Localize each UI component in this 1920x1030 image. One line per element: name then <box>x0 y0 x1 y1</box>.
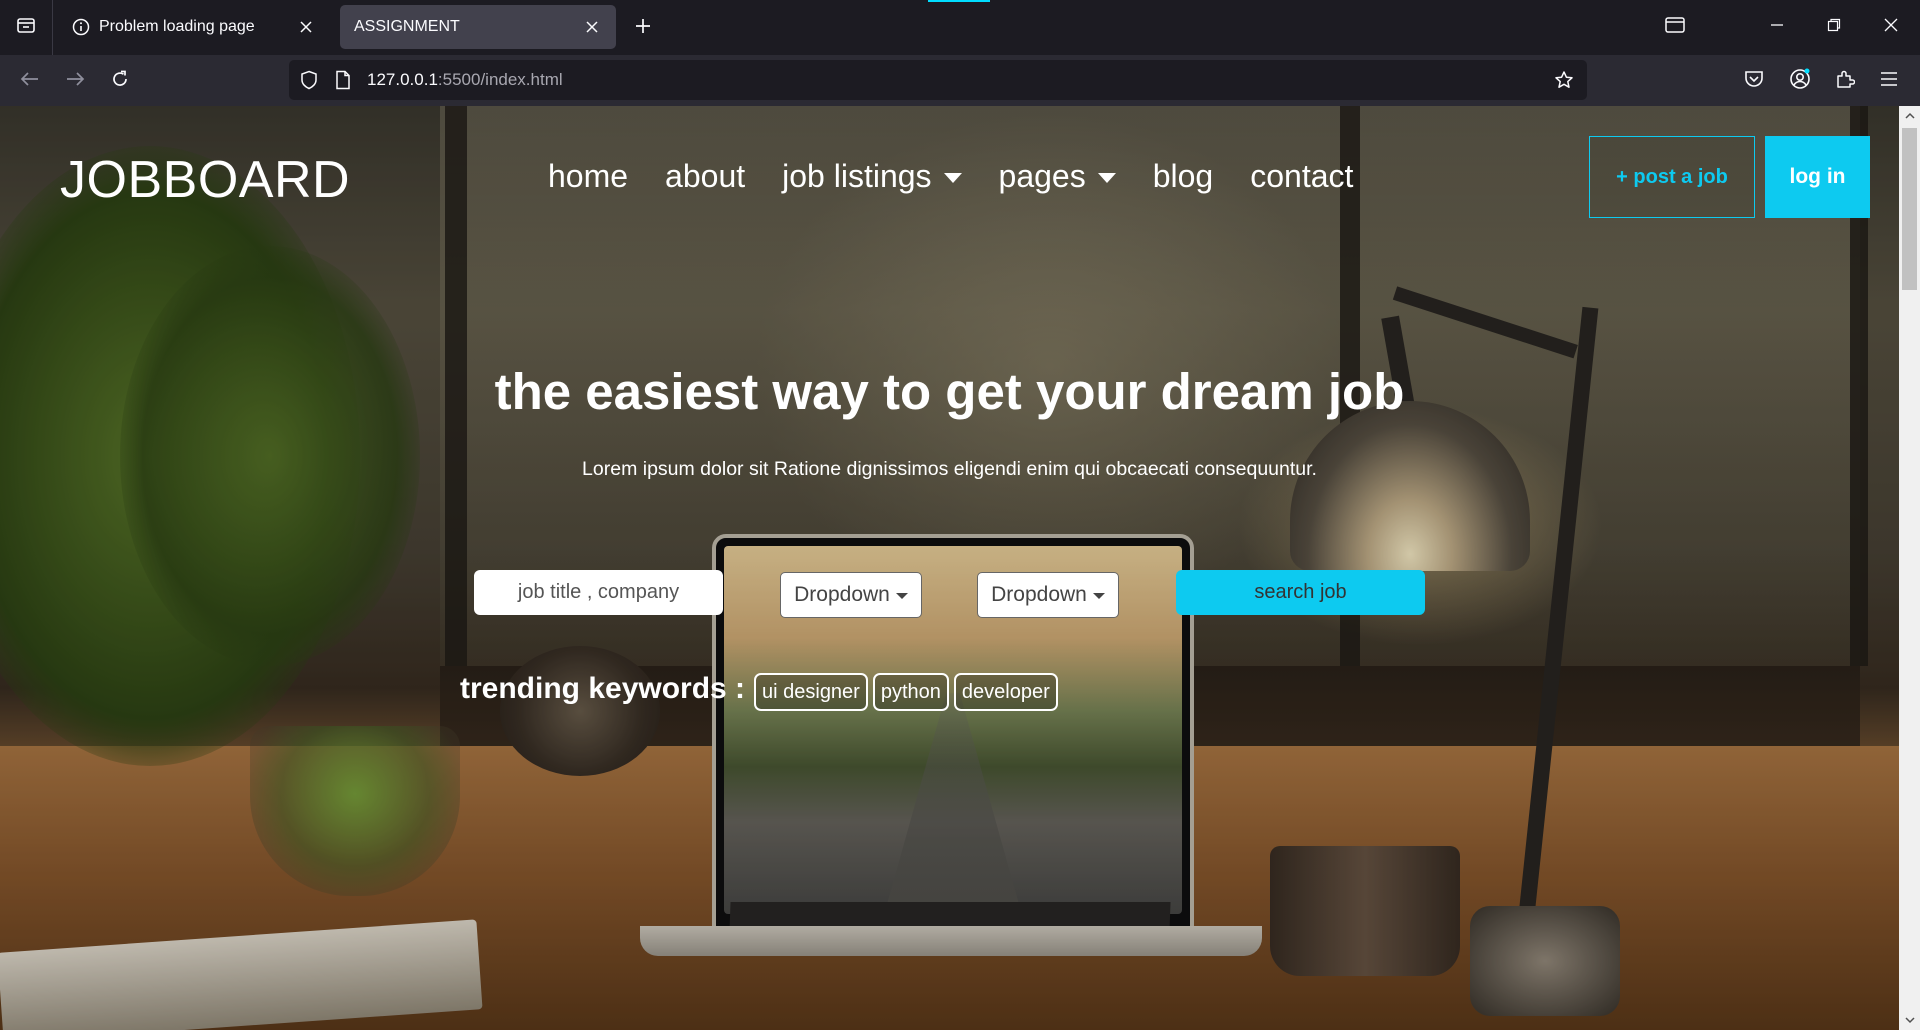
nav-about[interactable]: about <box>665 158 745 195</box>
close-icon <box>1884 18 1898 37</box>
browser-tab-bar: Problem loading page ASSIGNMENT <box>0 0 1920 55</box>
pocket-icon <box>1744 70 1764 93</box>
hero-title: the easiest way to get your dream job <box>494 363 1405 420</box>
trending-tags: ui designer python developer <box>754 673 1063 711</box>
restore-button[interactable] <box>1814 8 1854 46</box>
account-icon <box>1789 68 1811 95</box>
tab-problem-loading[interactable]: Problem loading page <box>58 5 330 49</box>
dropdown-1[interactable]: Dropdown <box>780 572 922 618</box>
close-tab-icon[interactable] <box>582 17 602 37</box>
nav-job-listings[interactable]: job listings <box>782 158 962 195</box>
hamburger-icon <box>1880 71 1898 92</box>
tag-ui-designer[interactable]: ui designer <box>754 673 868 711</box>
url-host: 127.0.0.1 <box>367 70 438 89</box>
nav-blog[interactable]: blog <box>1153 158 1214 195</box>
darkening-overlay <box>0 106 1899 1030</box>
job-search-input[interactable] <box>474 570 723 615</box>
new-tab-button[interactable] <box>627 14 659 42</box>
nav-label: home <box>548 158 629 194</box>
dropdown-label: Dropdown <box>794 583 890 606</box>
picture-in-picture-button[interactable] <box>1655 8 1695 46</box>
bookmark-star-icon[interactable] <box>1554 70 1574 90</box>
pocket-button[interactable] <box>1736 63 1772 99</box>
nav-pages[interactable]: pages <box>999 158 1116 195</box>
caret-down-icon <box>943 172 962 183</box>
scroll-thumb[interactable] <box>1902 128 1917 290</box>
scroll-up-arrow-icon[interactable] <box>1899 106 1920 126</box>
close-tab-icon[interactable] <box>296 17 316 37</box>
shield-icon[interactable] <box>299 70 319 90</box>
dropdown-label: Dropdown <box>991 583 1087 606</box>
page-viewport: JOBBOARD home about job listings pages b… <box>0 106 1899 1030</box>
close-window-button[interactable] <box>1871 8 1911 46</box>
extensions-button[interactable] <box>1827 63 1863 99</box>
restore-icon <box>1827 18 1841 37</box>
tag-developer[interactable]: developer <box>953 673 1058 711</box>
nav-label: contact <box>1250 158 1354 194</box>
nav-label: job listings <box>782 158 932 194</box>
hero-subtitle: Lorem ipsum dolor sit Ratione dignissimo… <box>582 458 1317 480</box>
nav-label: about <box>665 158 746 194</box>
tag-python[interactable]: python <box>872 673 949 711</box>
arrow-right-icon <box>65 71 85 92</box>
menu-button[interactable] <box>1871 63 1907 99</box>
info-icon <box>72 18 90 36</box>
reload-button[interactable] <box>102 63 138 99</box>
caret-down-icon <box>1097 172 1116 183</box>
tab-title: Problem loading page <box>99 18 255 35</box>
dropdown-2[interactable]: Dropdown <box>977 572 1119 618</box>
minimize-button[interactable] <box>1757 8 1797 46</box>
address-bar[interactable]: 127.0.0.1:5500/index.html <box>289 60 1587 100</box>
url-path: :5500/index.html <box>437 70 563 89</box>
site-logo[interactable]: JOBBOARD <box>60 150 350 210</box>
caret-down-icon <box>895 593 908 599</box>
arrow-left-icon <box>20 71 40 92</box>
page-scrollbar[interactable] <box>1899 106 1920 1030</box>
nav-label: pages <box>998 158 1086 194</box>
nav-label: blog <box>1152 158 1214 194</box>
scroll-down-arrow-icon[interactable] <box>1899 1010 1920 1030</box>
accent-line <box>928 0 990 2</box>
nav-home[interactable]: home <box>548 158 628 195</box>
forward-button[interactable] <box>57 63 93 99</box>
caret-down-icon <box>1092 593 1105 599</box>
account-button[interactable] <box>1782 63 1818 99</box>
post-job-button[interactable]: + post a job <box>1589 136 1755 218</box>
browser-nav-bar: 127.0.0.1:5500/index.html <box>0 55 1920 106</box>
window-icon <box>1665 16 1685 38</box>
tab-assignment[interactable]: ASSIGNMENT <box>340 5 616 49</box>
minimize-icon <box>1770 18 1784 37</box>
tab-list-icon <box>16 16 36 39</box>
nav-contact[interactable]: contact <box>1250 158 1353 195</box>
puzzle-icon <box>1835 69 1856 94</box>
trending-keywords-label: trending keywords : <box>460 672 746 705</box>
page-icon[interactable] <box>333 70 353 90</box>
login-button[interactable]: log in <box>1765 136 1870 218</box>
plus-icon <box>634 17 652 40</box>
site-navigation: home about job listings pages blog conta… <box>548 158 1390 195</box>
search-job-button[interactable]: search job <box>1176 570 1425 615</box>
tab-list-button[interactable] <box>0 0 53 55</box>
reload-icon <box>110 69 130 94</box>
url-text[interactable]: 127.0.0.1:5500/index.html <box>367 70 563 90</box>
tab-title: ASSIGNMENT <box>354 18 460 35</box>
back-button[interactable] <box>12 63 48 99</box>
